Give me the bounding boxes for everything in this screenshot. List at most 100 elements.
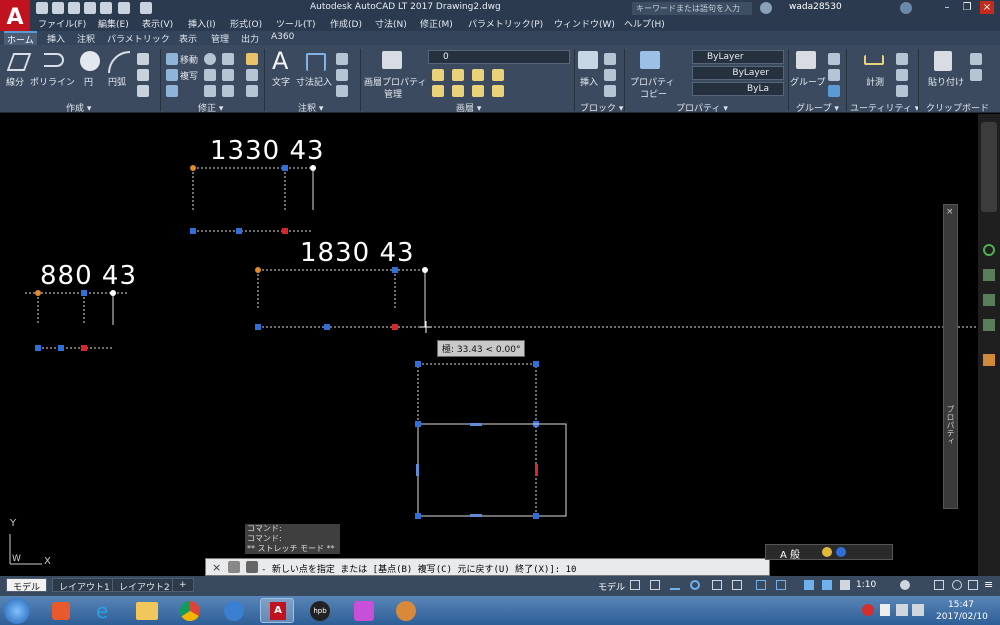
calculator-icon[interactable]	[896, 69, 908, 81]
paint-icon[interactable]	[396, 601, 416, 621]
groups-panel-label[interactable]: グループ ▾	[796, 101, 839, 114]
menu-parametric[interactable]: パラメトリック(P)	[468, 17, 543, 30]
menu-window[interactable]: ウィンドウ(W)	[554, 17, 615, 30]
print-icon[interactable]	[100, 2, 112, 14]
line-icon[interactable]	[6, 53, 32, 71]
flag-tray-icon[interactable]	[880, 604, 890, 616]
workspace-icon[interactable]	[900, 580, 910, 590]
hardware-acceleration-icon[interactable]	[952, 580, 962, 590]
save-as-icon[interactable]	[84, 2, 96, 14]
menu-tools[interactable]: ツール(T)	[276, 17, 316, 30]
chrome-icon[interactable]	[180, 601, 200, 621]
help-search-input[interactable]: キーワードまたは語句を入力	[632, 2, 752, 15]
copy-clip-icon[interactable]	[970, 69, 982, 81]
layer-walk-icon[interactable]	[472, 85, 484, 97]
user-name[interactable]: wada28530	[789, 2, 842, 12]
annotation-scale-value[interactable]: 1:10	[856, 580, 876, 590]
annotation-panel-label[interactable]: 注釈 ▾	[298, 101, 323, 114]
rectangle-stretch[interactable]	[417, 423, 537, 517]
lineweight-icon[interactable]	[776, 580, 786, 590]
menu-modify[interactable]: 修正(M)	[420, 17, 453, 30]
showmotion-icon[interactable]	[983, 354, 995, 366]
menu-file[interactable]: ファイル(F)	[38, 17, 86, 30]
grip-endpoint[interactable]	[422, 267, 428, 273]
isodraft-icon[interactable]	[712, 580, 722, 590]
ime-toolbar[interactable]: A 般	[765, 544, 893, 561]
clipboard-panel-label[interactable]: クリップボード	[926, 101, 989, 114]
game-app-icon[interactable]	[354, 601, 374, 621]
grip[interactable]	[415, 361, 421, 367]
grip-selected[interactable]	[282, 228, 288, 234]
cut-icon[interactable]	[970, 53, 982, 65]
grip[interactable]	[236, 228, 242, 234]
ortho-icon[interactable]	[670, 580, 680, 590]
mail-icon[interactable]	[224, 601, 244, 621]
hpb-icon[interactable]: hpb	[310, 601, 330, 621]
match-properties-icon[interactable]	[640, 51, 660, 69]
group-select-icon[interactable]	[828, 85, 840, 97]
menu-edit[interactable]: 編集(E)	[98, 17, 129, 30]
stretch-icon[interactable]	[166, 85, 178, 97]
copy-icon[interactable]	[166, 69, 178, 81]
command-line[interactable]: × - 新しい点を指定 または [基点(B) 複写(C) 元に戻す(U) 終了(…	[205, 558, 770, 576]
maximize-icon[interactable]: ❐	[960, 1, 974, 14]
tab-model[interactable]: モデル	[6, 578, 48, 593]
help-icon[interactable]	[900, 2, 912, 14]
tab-output[interactable]: 出力	[238, 32, 262, 45]
block-panel-label[interactable]: ブロック ▾	[580, 101, 623, 114]
grip-hot[interactable]	[255, 267, 261, 273]
grip[interactable]	[533, 513, 539, 519]
layer-previous-icon[interactable]	[452, 85, 464, 97]
layer-freeze-icon[interactable]	[472, 69, 484, 81]
array-icon[interactable]	[222, 85, 234, 97]
new-file-icon[interactable]	[36, 2, 48, 14]
menu-draw[interactable]: 作成(D)	[330, 17, 362, 30]
grip-selected[interactable]	[81, 345, 87, 351]
close-palette-icon[interactable]: ×	[946, 207, 954, 217]
tab-layout2[interactable]: レイアウト2	[112, 578, 177, 593]
group-button[interactable]: グループ	[790, 75, 825, 88]
orbit-icon[interactable]	[983, 319, 995, 331]
tab-parametric[interactable]: パラメトリック	[104, 32, 173, 45]
antivirus-tray-icon[interactable]	[862, 604, 874, 616]
create-panel-label[interactable]: 作成 ▾	[66, 101, 91, 114]
close-command-line-icon[interactable]: ×	[212, 561, 221, 574]
utilities-panel-label[interactable]: ユーティリティ ▾	[850, 101, 919, 114]
copy-button[interactable]: 複写	[180, 69, 198, 82]
pan-icon[interactable]	[983, 269, 995, 281]
layer-merge-icon[interactable]	[492, 85, 504, 97]
rectangle-icon[interactable]	[137, 53, 149, 65]
tab-insert[interactable]: 挿入	[44, 32, 68, 45]
ungroup-icon[interactable]	[828, 53, 840, 65]
text-icon[interactable]: A	[272, 47, 288, 75]
paste-icon[interactable]	[934, 51, 952, 71]
color-dropdown[interactable]: ByLayer	[692, 50, 784, 64]
auto-scale-icon[interactable]	[822, 580, 832, 590]
polyline-icon[interactable]	[44, 53, 64, 67]
grip-midpoint[interactable]	[470, 423, 482, 426]
dimension-text-1[interactable]: 1330 43	[210, 136, 325, 166]
dimension-button[interactable]: 寸法記入	[296, 75, 332, 88]
open-file-icon[interactable]	[52, 2, 64, 14]
grip[interactable]	[415, 513, 421, 519]
network-tray-icon[interactable]	[896, 604, 908, 616]
explode-icon[interactable]	[246, 69, 258, 81]
grip[interactable]	[255, 324, 261, 330]
recent-commands-icon[interactable]	[246, 561, 258, 573]
tab-annotate[interactable]: 注釈	[74, 32, 98, 45]
ime-mode-icon[interactable]: A 般	[780, 546, 800, 561]
layer-isolate-icon[interactable]	[452, 69, 464, 81]
edit-block-icon[interactable]	[604, 69, 616, 81]
polyline-button[interactable]: ポリライン	[30, 75, 75, 88]
fillet-icon[interactable]	[222, 69, 234, 81]
viewcube-icon[interactable]	[981, 122, 997, 212]
tab-a360[interactable]: A360	[268, 32, 297, 42]
id-point-icon[interactable]	[896, 53, 908, 65]
drawing-canvas[interactable]: 1330 43 1830 43 880 43 Y X W 極: 33.43 < …	[0, 114, 1000, 576]
ime-dictionary-icon[interactable]	[822, 547, 832, 557]
menu-dimension[interactable]: 寸法(N)	[375, 17, 407, 30]
table-icon[interactable]	[336, 85, 348, 97]
layer-properties-icon[interactable]	[382, 51, 402, 69]
model-space-button[interactable]: モデル	[598, 580, 625, 593]
isolate-objects-icon[interactable]	[934, 580, 944, 590]
